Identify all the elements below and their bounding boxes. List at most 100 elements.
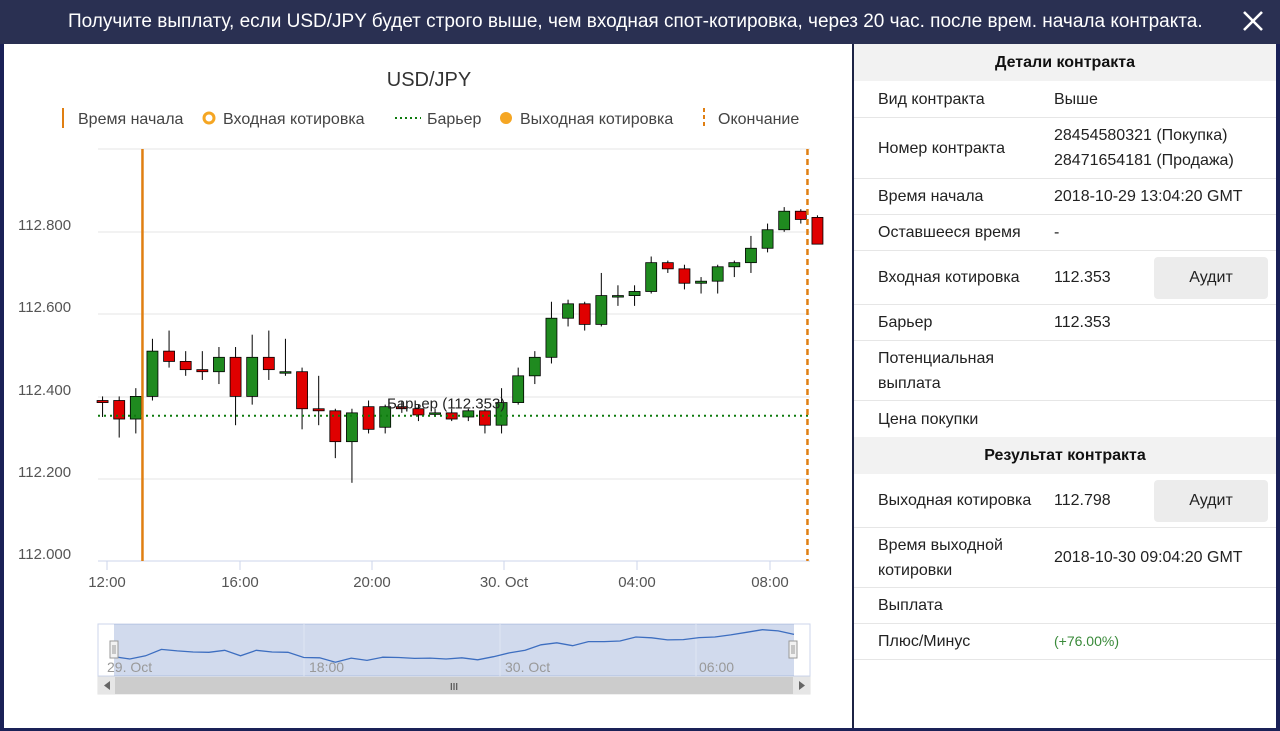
- sell-contract-id: 28471654181 (Продажа): [1054, 152, 1234, 169]
- price-chart: USD/JPY Время начала Входная котировка Б…: [18, 69, 824, 695]
- x-tick-label: 30. Oct: [480, 574, 529, 591]
- x-tick-label: 20:00: [353, 574, 391, 591]
- legend-exit-spot: Выходная котировка: [500, 111, 673, 128]
- legend-barrier: Барьер: [395, 111, 482, 128]
- details-row-entry-spot: Входная котировка 112.353 Аудит: [854, 251, 1276, 305]
- candle: [246, 334, 259, 405]
- candle: [312, 375, 325, 426]
- result-row-exit-spot: Выходная котировка 112.798 Аудит: [854, 474, 1276, 528]
- candle: [761, 223, 774, 253]
- y-tick-label: 112.200: [18, 464, 71, 481]
- candle-body-up: [528, 356, 541, 377]
- candle-body-up: [745, 247, 757, 264]
- candle-body-up: [429, 412, 441, 415]
- navigator-label: 29. Oct: [107, 659, 152, 675]
- y-axis: 112.800 112.600 112.400 112.200 112.000: [18, 148, 810, 563]
- chart-legend: Время начала Входная котировка Барьер Вы…: [62, 108, 799, 128]
- candle: [346, 408, 358, 483]
- candle-body-down: [196, 369, 209, 373]
- row-label: Выходная котировка: [878, 492, 1032, 509]
- candle-body-down: [661, 262, 674, 270]
- close-icon[interactable]: [1240, 8, 1266, 34]
- navigator-right-handle[interactable]: [788, 640, 798, 659]
- entry-spot-icon: [202, 111, 216, 125]
- candle: [711, 264, 724, 294]
- candle: [528, 351, 541, 385]
- x-tick-label: 04:00: [618, 574, 656, 591]
- entry-audit-button[interactable]: Аудит: [1154, 257, 1268, 299]
- contract-info-panel: Детали контракта Вид контракта Выше Номе…: [854, 44, 1276, 728]
- y-tick-label: 112.800: [18, 217, 71, 234]
- candle: [695, 277, 707, 294]
- row-label: Номер контракта: [878, 139, 1005, 157]
- candle-body-down: [96, 400, 109, 403]
- candle: [262, 330, 275, 380]
- row-value: 2018-10-29 13:04:20 GMT: [1054, 188, 1243, 205]
- candle-body-down: [179, 361, 192, 371]
- exit-audit-button[interactable]: Аудит: [1154, 480, 1268, 522]
- candle: [96, 396, 109, 417]
- candle-body-up: [612, 295, 624, 298]
- svg-text:Выходная котировка: Выходная котировка: [520, 111, 673, 128]
- candle: [628, 285, 641, 306]
- row-label: Цена покупки: [878, 410, 979, 428]
- chart-scrollbar[interactable]: III: [97, 676, 811, 695]
- details-row-contract-id: Номер контракта 28454580321 (Покупка) 28…: [854, 118, 1276, 179]
- result-row-payout: Выплата: [854, 588, 1276, 624]
- x-axis: 12:00 16:00 20:00 30. Oct 04:00 08:00: [88, 560, 810, 591]
- svg-text:Время начала: Время начала: [78, 111, 184, 128]
- chart-navigator[interactable]: 29. Oct 18:00 30. Oct 06:00: [97, 623, 811, 677]
- candle: [362, 400, 375, 434]
- row-label: Плюс/Минус: [878, 633, 971, 650]
- dialog-title-bar: Получите выплату, если USD/JPY будет стр…: [0, 0, 1280, 44]
- candle-body-up: [545, 317, 558, 358]
- scrollbar-grip: III: [450, 682, 458, 693]
- dialog-title: Получите выплату, если USD/JPY будет стр…: [68, 11, 1203, 32]
- y-tick-label: 112.600: [18, 299, 71, 316]
- row-label: Потенциальная выплата: [878, 349, 994, 392]
- row-label: Время начала: [878, 188, 984, 205]
- candle: [129, 388, 142, 434]
- details-row-contract-type: Вид контракта Выше: [854, 81, 1276, 118]
- navigator-label: 18:00: [309, 659, 344, 675]
- candle: [728, 260, 741, 278]
- result-row-profit-loss: Плюс/Минус (+76.00%): [854, 624, 1276, 660]
- candle-body-up: [728, 262, 741, 268]
- buy-contract-id: 28454580321 (Покупка): [1054, 127, 1228, 144]
- row-value: 112.353: [1054, 314, 1111, 331]
- candle: [229, 347, 242, 426]
- profit-percent: (+76.00%): [1054, 633, 1119, 649]
- y-tick-label: 112.000: [18, 546, 71, 563]
- svg-text:Входная котировка: Входная котировка: [223, 111, 365, 128]
- navigator-selection[interactable]: [114, 624, 794, 676]
- chart-panel: USD/JPY Время начала Входная котировка Б…: [4, 44, 852, 728]
- candle-body-up: [146, 350, 159, 397]
- result-row-exit-spot-time: Время выходной котировки 2018-10-30 09:0…: [854, 528, 1276, 588]
- candle-body-up: [279, 371, 292, 374]
- candle-body-down: [479, 410, 491, 426]
- details-row-potential-payout: Потенциальная выплата: [854, 341, 1276, 401]
- details-row-purchase-price: Цена покупки: [854, 401, 1276, 437]
- candle: [296, 367, 308, 430]
- candle: [113, 396, 126, 438]
- candle: [213, 347, 225, 385]
- row-label: Оставшееся время: [878, 224, 1021, 241]
- candle-body-down: [163, 350, 175, 362]
- candle-body-down: [794, 210, 807, 220]
- row-value: -: [1054, 224, 1060, 241]
- candle-body-up: [512, 375, 525, 403]
- chart-title: USD/JPY: [387, 69, 471, 91]
- candle: [196, 351, 209, 380]
- x-tick-label: 08:00: [751, 574, 789, 591]
- x-tick-label: 12:00: [88, 574, 126, 591]
- candle-body-down: [312, 408, 325, 412]
- candlestick-series: [96, 207, 824, 483]
- navigator-left-handle[interactable]: [109, 640, 119, 659]
- row-label: Выплата: [878, 597, 943, 614]
- candle-body-down: [296, 371, 308, 410]
- candle-body-up: [213, 356, 225, 373]
- svg-text:Барьер: Барьер: [427, 111, 482, 128]
- candle-body-up: [695, 280, 707, 284]
- details-row-barrier: Барьер 112.353: [854, 305, 1276, 341]
- candle: [578, 301, 591, 331]
